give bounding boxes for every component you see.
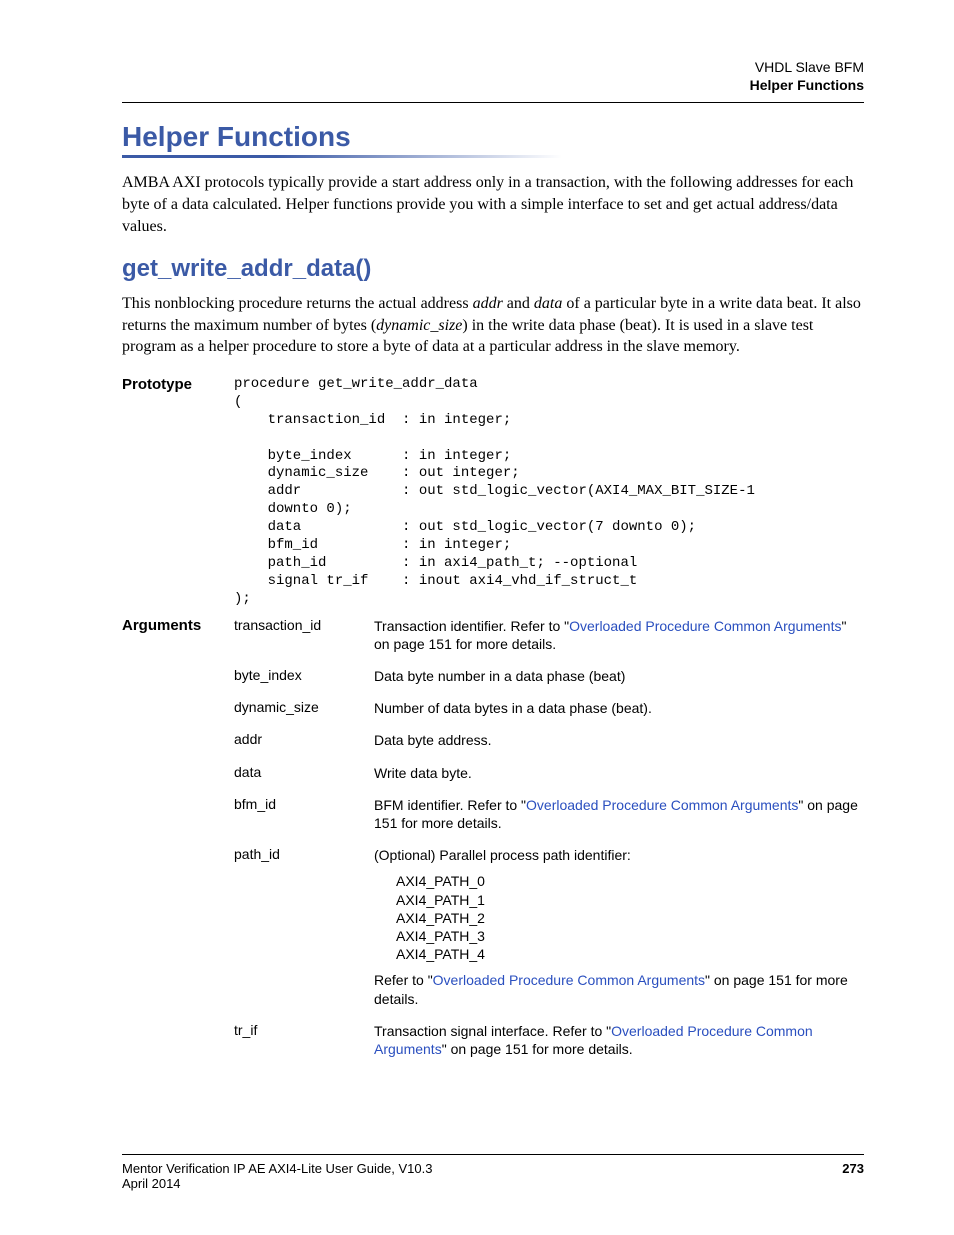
- arg-desc-addr: Data byte address.: [374, 731, 864, 749]
- section-intro: AMBA AXI protocols typically provide a s…: [122, 172, 864, 237]
- path-option: AXI4_PATH_4: [396, 945, 864, 963]
- page: VHDL Slave BFM Helper Functions Helper F…: [0, 0, 954, 1235]
- footer-guide: Mentor Verification IP AE AXI4-Lite User…: [122, 1161, 432, 1176]
- arguments-grid: transaction_id Transaction identifier. R…: [234, 617, 864, 1058]
- title-underline: [122, 155, 562, 158]
- arg-name-path-id: path_id: [234, 846, 374, 1008]
- para-addr: addr: [473, 295, 503, 312]
- section-title: Helper Functions: [122, 121, 864, 153]
- arg-name-transaction-id: transaction_id: [234, 617, 374, 653]
- footer-rule: [122, 1154, 864, 1155]
- arg-name-data: data: [234, 764, 374, 782]
- arg-desc-data: Write data byte.: [374, 764, 864, 782]
- arguments-label: Arguments: [122, 617, 234, 1058]
- para-text: This nonblocking procedure returns the a…: [122, 295, 473, 312]
- arg-name-byte-index: byte_index: [234, 667, 374, 685]
- arg-desc-path-id: (Optional) Parallel process path identif…: [374, 846, 864, 1008]
- arg-desc-byte-index: Data byte number in a data phase (beat): [374, 667, 864, 685]
- arg-name-addr: addr: [234, 731, 374, 749]
- prototype-label: Prototype: [122, 376, 234, 609]
- desc-text: Refer to ": [374, 972, 433, 988]
- arg-desc-dynamic-size: Number of data bytes in a data phase (be…: [374, 699, 864, 717]
- subsection-title: get_write_addr_data(): [122, 255, 864, 283]
- path-option: AXI4_PATH_0: [396, 872, 864, 890]
- header-line-1: VHDL Slave BFM: [122, 58, 864, 76]
- path-id-list: AXI4_PATH_0 AXI4_PATH_1 AXI4_PATH_2 AXI4…: [396, 872, 864, 963]
- para-text: and: [503, 295, 534, 312]
- running-header: VHDL Slave BFM Helper Functions: [122, 58, 864, 94]
- arg-desc-bfm-id: BFM identifier. Refer to "Overloaded Pro…: [374, 796, 864, 832]
- path-option: AXI4_PATH_2: [396, 909, 864, 927]
- arg-name-bfm-id: bfm_id: [234, 796, 374, 832]
- arg-name-tr-if: tr_if: [234, 1022, 374, 1058]
- footer-date: April 2014: [122, 1176, 864, 1191]
- desc-text: Transaction signal interface. Refer to ": [374, 1023, 611, 1039]
- arg-desc-transaction-id: Transaction identifier. Refer to "Overlo…: [374, 617, 864, 653]
- arg-desc-tr-if: Transaction signal interface. Refer to "…: [374, 1022, 864, 1058]
- path-option: AXI4_PATH_3: [396, 927, 864, 945]
- para-data: data: [534, 295, 562, 312]
- path-option: AXI4_PATH_1: [396, 891, 864, 909]
- para-dynamic-size: dynamic_size: [376, 317, 462, 334]
- desc-text: (Optional) Parallel process path identif…: [374, 846, 864, 864]
- desc-text: Refer to "Overloaded Procedure Common Ar…: [374, 971, 864, 1007]
- subsection-paragraph: This nonblocking procedure returns the a…: [122, 293, 864, 358]
- arg-name-dynamic-size: dynamic_size: [234, 699, 374, 717]
- link-overloaded-args[interactable]: Overloaded Procedure Common Arguments: [569, 618, 841, 634]
- desc-text: " on page 151 for more details.: [442, 1041, 633, 1057]
- desc-text: Transaction identifier. Refer to ": [374, 618, 569, 634]
- link-overloaded-args[interactable]: Overloaded Procedure Common Arguments: [526, 797, 798, 813]
- footer-page-number: 273: [842, 1161, 864, 1176]
- header-rule: [122, 102, 864, 103]
- desc-text: BFM identifier. Refer to ": [374, 797, 526, 813]
- link-overloaded-args[interactable]: Overloaded Procedure Common Arguments: [433, 972, 705, 988]
- footer-row: Mentor Verification IP AE AXI4-Lite User…: [122, 1161, 864, 1176]
- reference-table: Prototype procedure get_write_addr_data …: [122, 376, 864, 1058]
- prototype-code: procedure get_write_addr_data ( transact…: [234, 376, 864, 609]
- header-line-2: Helper Functions: [122, 76, 864, 94]
- page-footer: Mentor Verification IP AE AXI4-Lite User…: [122, 1154, 864, 1191]
